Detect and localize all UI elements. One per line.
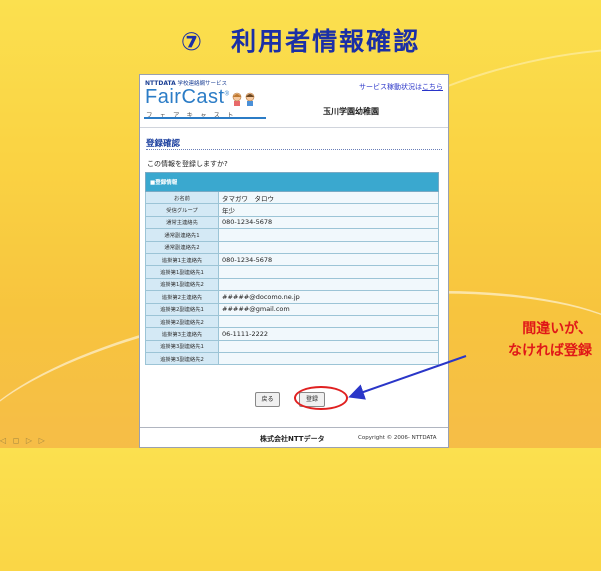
row-label: 受信グループ	[145, 203, 219, 217]
table-row: 追掛第1副連絡先2	[145, 277, 439, 292]
row-label: 通常主連絡先	[145, 215, 219, 230]
title-divider	[146, 149, 442, 150]
table-row: 追掛第3主連絡先 06-1111-2222	[145, 327, 439, 341]
service-status-link[interactable]: サービス稼動状況はこちら	[359, 82, 443, 92]
row-label: 通常副連絡先1	[145, 228, 219, 242]
row-label: 追掛第3副連絡先1	[145, 339, 219, 354]
annotation-line-2: なければ登録	[508, 343, 592, 359]
school-name: 玉川学園幼稚園	[323, 107, 379, 116]
table-row: お名前 タマガワ タロウ	[145, 190, 439, 205]
table-row: 追掛第2主連絡先 #####@docomo.ne.jp	[145, 290, 439, 304]
row-value: #####@docomo.ne.jp	[218, 290, 439, 304]
row-label: お名前	[145, 190, 219, 205]
row-label: 追掛第2副連絡先2	[145, 314, 219, 329]
table-row: 追掛第1副連絡先1	[145, 265, 439, 279]
back-button[interactable]: 戻る	[255, 392, 280, 407]
app-header: NTTDATA 学校連絡網サービス FairCast® フェアキャスト サービス…	[140, 75, 448, 123]
app-screenshot: NTTDATA 学校連絡網サービス FairCast® フェアキャスト サービス…	[139, 74, 449, 448]
table-row: 追掛第2副連絡先2	[145, 314, 439, 329]
annotation-text: 間違いが、 なければ登録	[466, 318, 592, 362]
brand-name: FairCast	[145, 86, 225, 108]
row-label: 追掛第2主連絡先	[145, 290, 219, 304]
row-value	[218, 314, 439, 329]
table-row: 通常副連絡先1	[145, 228, 439, 242]
row-label: 追掛第1主連絡先	[145, 252, 219, 267]
slide-nav-controls[interactable]: ◁ ◻ ▷ ▷	[0, 436, 47, 445]
row-value	[218, 339, 439, 354]
footer-copyright: Copyright © 2006- NTTDATA	[358, 435, 437, 441]
row-label: 追掛第3副連絡先2	[145, 352, 219, 366]
row-value: 06-1111-2222	[218, 327, 439, 341]
footer-company: 株式会社NTTデータ	[260, 435, 325, 443]
table-section-header: ■登録情報	[145, 172, 439, 192]
annotation-line-1: 間違いが、	[522, 321, 592, 337]
table-row: 通常副連絡先2	[145, 240, 439, 254]
table-row: 追掛第3副連絡先2	[145, 352, 439, 366]
row-value	[218, 277, 439, 292]
row-value: タマガワ タロウ	[218, 190, 439, 205]
register-highlight-circle	[294, 386, 348, 410]
row-value: #####@gmail.com	[218, 302, 439, 316]
status-link-prefix: サービス稼動状況は	[359, 83, 422, 91]
row-label: 追掛第3主連絡先	[145, 327, 219, 341]
row-value: 080-1234-5678	[218, 215, 439, 230]
table-row: 追掛第3副連絡先1	[145, 339, 439, 354]
row-label: 追掛第1副連絡先1	[145, 265, 219, 279]
row-label: 通常副連絡先2	[145, 240, 219, 254]
row-value: 080-1234-5678	[218, 252, 439, 267]
row-value: 年少	[218, 203, 439, 217]
brand-underline	[144, 117, 266, 119]
footer-divider	[140, 427, 448, 428]
table-row: 通常主連絡先 080-1234-5678	[145, 215, 439, 230]
row-value	[218, 228, 439, 242]
children-icon	[232, 92, 255, 106]
table-row: 受信グループ 年少	[145, 203, 439, 217]
row-label: 追掛第2副連絡先1	[145, 302, 219, 316]
page-title: 登録確認	[146, 139, 181, 149]
table-row: 追掛第1主連絡先 080-1234-5678	[145, 252, 439, 267]
row-value	[218, 240, 439, 254]
row-value	[218, 352, 439, 366]
brand-mark: ®	[224, 91, 230, 98]
table-row: 追掛第2副連絡先1 #####@gmail.com	[145, 302, 439, 316]
status-link-here[interactable]: こちら	[422, 83, 443, 91]
row-value	[218, 265, 439, 279]
registration-info-table: ■登録情報 お名前 タマガワ タロウ 受信グループ 年少 通常主連絡先 080-1234-…	[145, 172, 439, 366]
slide-title: ⑦ 利用者情報確認	[180, 27, 421, 56]
header-divider	[140, 127, 448, 128]
row-label: 追掛第1副連絡先2	[145, 277, 219, 292]
confirm-prompt: この情報を登録しますか?	[147, 160, 228, 168]
brand-logo: FairCast®	[145, 86, 230, 109]
